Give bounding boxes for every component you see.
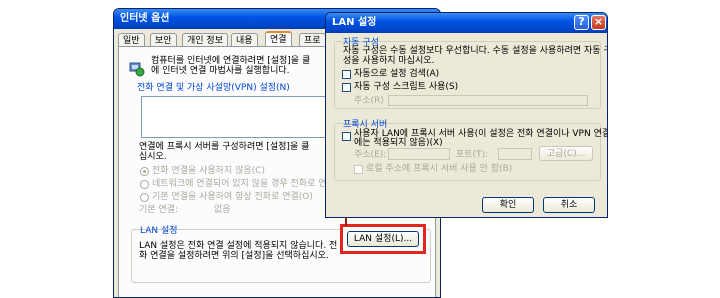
radio-dial-when-no-network-label: 네트워크에 연결되어 있지 않을 경우 전화로 연 [152,179,327,189]
tab-content[interactable]: 내용 [231,33,258,47]
cancel-button[interactable]: 취소 [543,197,595,213]
proxy-text-line2: 십시오. [139,152,167,162]
tab-connections[interactable]: 연결 [265,31,292,47]
vpn-label: 전화 연결 및 가상 사설망(VPN) 설정(N) [137,83,290,93]
lan-settings-dialog: LAN 설정 ? × 자동 구성 자동 구성은 수동 설정보다 우선합니다. 수… [325,12,608,218]
auto-config-text-line2: 성을 사용하지 마십시오. [343,56,435,66]
advanced-button[interactable]: 고급(C)... [539,146,593,161]
bypass-local-label: 로컬 주소에 프록시 서버 사용 안 함(B) [366,164,513,174]
tab-security[interactable]: 보안 [150,33,177,47]
proxy-port-label: 포트(T): [456,150,489,160]
use-proxy-checkbox[interactable] [342,132,351,141]
radio-always-dial-label: 기본 연결을 사용하여 항상 전화로 연결(O) [152,192,313,202]
proxy-port-input[interactable] [498,148,532,160]
script-address-label: 주소(R) [354,96,384,106]
radio-always-dial[interactable] [140,193,149,202]
lan-settings-button[interactable]: LAN 설정(L)... [347,231,419,247]
default-connection-value: 없음 [214,205,231,215]
setup-text-line2: 에 인터넷 연결 마법사를 실행합니다. [151,66,290,76]
script-address-input[interactable] [388,95,588,106]
lan-settings-group-label: LAN 설정 [140,226,178,236]
default-connection-label: 기본 연결: [139,205,179,215]
bypass-local-checkbox[interactable] [354,165,363,174]
lan-text-line2: 화 연결을 설정하려면 위의 [설정]을 선택하십시오. [139,251,329,261]
tab-programs[interactable]: 프로 [299,33,326,47]
auto-detect-checkbox[interactable] [342,70,351,79]
tab-general[interactable]: 일반 [118,33,145,47]
auto-script-checkbox[interactable] [342,83,351,92]
tab-privacy[interactable]: 개인 정보 [182,33,228,47]
close-icon[interactable]: × [591,15,606,30]
auto-detect-label: 자동으로 설정 검색(A) [354,69,440,79]
radio-dial-when-no-network[interactable] [140,180,149,189]
auto-script-label: 자동 구성 스크립트 사용(S) [354,82,459,92]
radio-never-dial-label: 전화 연결을 사용하지 않음(C) [152,166,265,176]
network-globe-icon [129,61,145,77]
vpn-connection-list[interactable] [141,96,341,138]
radio-never-dial[interactable] [140,167,149,176]
proxy-address-label: 주소(E): [354,150,387,160]
proxy-address-input[interactable] [388,148,450,160]
lan-settings-title: LAN 설정 [326,13,607,33]
ok-button[interactable]: 확인 [482,197,534,213]
help-icon[interactable]: ? [574,15,589,30]
